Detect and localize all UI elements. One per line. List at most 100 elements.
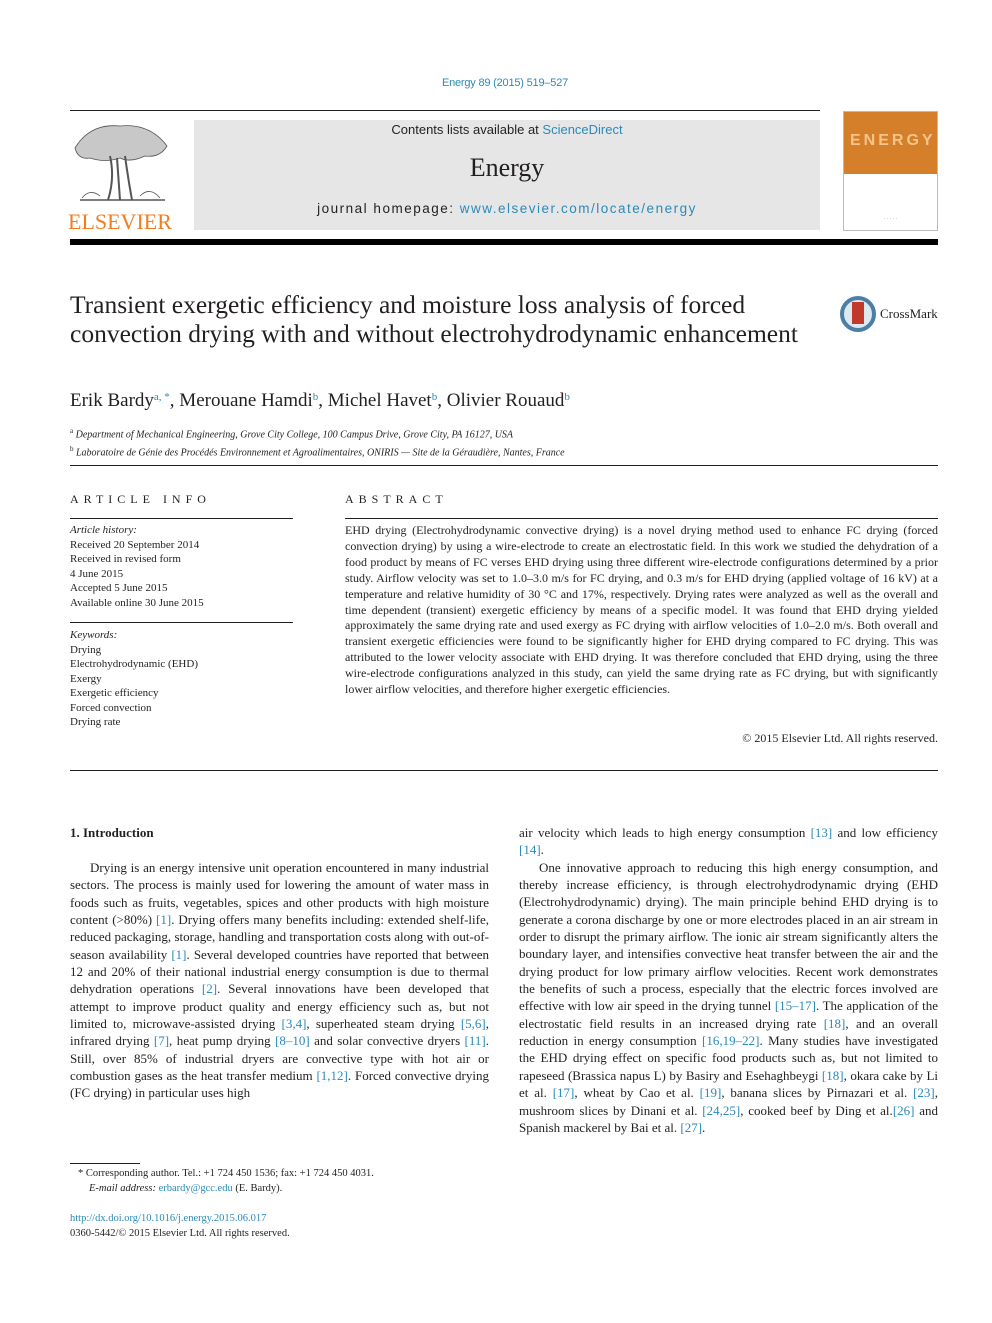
author-name[interactable]: Merouane Hamdi (179, 390, 312, 411)
text-run: , cooked beef by Ding et al. (740, 1102, 893, 1118)
citation-link[interactable]: [7] (154, 1033, 169, 1048)
elsevier-tree-icon (74, 125, 168, 201)
citation-link[interactable]: [23] (913, 1085, 935, 1100)
abstract-heading: ABSTRACT (345, 492, 448, 506)
citation-link[interactable]: [19] (700, 1085, 722, 1100)
divider (70, 622, 293, 623)
cover-header: ENERGY (844, 112, 937, 174)
header-bottom-rule (70, 239, 938, 245)
author-affiliation-marker[interactable]: b (564, 391, 570, 403)
citation-link[interactable]: [11] (465, 1033, 486, 1048)
elsevier-wordmark: ELSEVIER (68, 209, 172, 234)
author-affiliation-marker[interactable]: b (313, 391, 319, 403)
citation-link[interactable]: [3,4] (281, 1016, 306, 1031)
cover-title: ENERGY (850, 132, 936, 149)
doi-block: http://dx.doi.org/10.1016/j.energy.2015.… (70, 1211, 290, 1241)
history-item: Received 20 September 2014 (70, 538, 200, 551)
text-run: , heat pump drying (169, 1033, 276, 1049)
divider (70, 518, 293, 519)
citation-link[interactable]: [17] (553, 1085, 575, 1100)
text-run: , banana slices by Pirnazari et al. (721, 1085, 914, 1101)
text-run: . (702, 1119, 706, 1135)
corresponding-author-note: * Corresponding author. Tel.: +1 724 450… (78, 1168, 374, 1179)
paragraph: air velocity which leads to high energy … (519, 824, 938, 859)
history-item: Accepted 5 June 2015 (70, 582, 168, 594)
history-label: Article history: (70, 524, 137, 536)
citation-link[interactable]: [18] (824, 1016, 846, 1031)
text-run: , superheated steam drying (306, 1016, 461, 1032)
article-history: Article history: Received 20 September 2… (70, 523, 204, 610)
footnote: * Corresponding author. Tel.: +1 724 450… (78, 1166, 374, 1196)
elsevier-logo[interactable]: ELSEVIER (68, 118, 173, 234)
section-heading: 1. Introduction (70, 825, 154, 840)
author-name[interactable]: Erik Bardy (70, 390, 154, 411)
keywords-label: Keywords: (70, 629, 118, 641)
crossmark-button[interactable]: CrossMark (840, 296, 938, 332)
keyword-item: Exergetic efficiency (70, 687, 159, 699)
cover-footer: · · · · · (883, 216, 898, 222)
affiliation-item: a Department of Mechanical Engineering, … (70, 427, 514, 441)
author-list: Erik Bardya, *, Merouane Hamdib, Michel … (70, 390, 570, 411)
citation-link[interactable]: [26] (893, 1103, 915, 1118)
citation-link[interactable]: [13] (811, 825, 833, 840)
body-column-left: Drying is an energy intensive unit opera… (70, 859, 489, 1102)
author-email-link[interactable]: erbardy@gcc.edu (159, 1183, 233, 1194)
crossmark-label: CrossMark (880, 306, 938, 321)
affiliation-item: b Laboratoire de Génie des Procédés Envi… (70, 445, 565, 459)
homepage-line: journal homepage: www.elsevier.com/locat… (317, 201, 697, 216)
citation-link[interactable]: [14] (519, 842, 541, 857)
journal-cover-thumbnail[interactable]: ENERGY · · · · · (843, 111, 938, 231)
citation-link[interactable]: [27] (680, 1120, 702, 1135)
author-name[interactable]: Michel Havet (328, 390, 432, 411)
body-column-right: air velocity which leads to high energy … (519, 824, 938, 1136)
keywords: Keywords: Drying Electrohydrodynamic (EH… (70, 628, 198, 730)
author-name[interactable]: Olivier Rouaud (447, 390, 565, 411)
divider (345, 518, 938, 519)
article-info-heading: ARTICLE INFO (70, 492, 211, 506)
history-item: Available online 30 June 2015 (70, 596, 204, 609)
contents-line: Contents lists available at ScienceDirec… (391, 122, 623, 137)
citation-link[interactable]: [8–10] (275, 1033, 310, 1048)
text-run: and low efficiency (832, 825, 939, 840)
article-title: Transient exergetic efficiency and moist… (70, 290, 798, 348)
citation-link[interactable]: [1] (156, 912, 171, 927)
journal-reference-link[interactable]: Energy 89 (2015) 519–527 (0, 77, 992, 89)
author-affiliation-marker[interactable]: a, * (154, 391, 170, 403)
history-item: Received in revised form (70, 553, 181, 565)
citation-link[interactable]: [2] (202, 981, 217, 996)
history-item: 4 June 2015 (70, 567, 124, 580)
abstract-copyright: © 2015 Elsevier Ltd. All rights reserved… (742, 731, 938, 745)
citation-link[interactable]: [24,25] (702, 1103, 740, 1118)
email-line: E-mail address: erbardy@gcc.edu (E. Bard… (89, 1183, 283, 1194)
author-affiliation-marker[interactable]: b (432, 391, 438, 403)
keyword-item: Drying (70, 643, 102, 656)
header-top-rule (70, 110, 820, 111)
citation-link[interactable]: [16,19–22] (702, 1033, 759, 1048)
keyword-item: Exergy (70, 672, 102, 685)
affiliations: a Department of Mechanical Engineering, … (70, 424, 565, 461)
text-run: . (540, 842, 544, 858)
keyword-item: Electrohydrodynamic (EHD) (70, 658, 198, 670)
citation-link[interactable]: [1,12] (316, 1068, 347, 1083)
divider (70, 465, 938, 466)
text-run: One innovative approach to reducing this… (519, 859, 938, 1014)
journal-homepage-link[interactable]: www.elsevier.com/locate/energy (460, 201, 697, 216)
abstract-text: EHD drying (Electrohydrodynamic convecti… (345, 523, 938, 697)
citation-link[interactable]: [5,6] (461, 1016, 486, 1031)
issn-line: 0360-5442/© 2015 Elsevier Ltd. All right… (70, 1228, 290, 1239)
doi-link[interactable]: http://dx.doi.org/10.1016/j.energy.2015.… (70, 1213, 266, 1224)
citation-link[interactable]: [15–17] (775, 998, 816, 1013)
text-run: and solar convective dryers (309, 1033, 465, 1049)
divider (70, 770, 938, 771)
text-run: air velocity which leads to high energy … (519, 825, 811, 840)
keyword-item: Forced convection (70, 701, 152, 714)
citation-link[interactable]: [18] (822, 1068, 844, 1083)
citation-link[interactable]: [1] (171, 947, 186, 962)
text-run: , wheat by Cao et al. (574, 1085, 700, 1101)
paragraph: Drying is an energy intensive unit opera… (70, 859, 489, 1102)
crossmark-icon (840, 296, 876, 332)
journal-banner: Contents lists available at ScienceDirec… (194, 120, 820, 230)
footnote-rule (70, 1163, 140, 1164)
paragraph: One innovative approach to reducing this… (519, 859, 938, 1137)
sciencedirect-link[interactable]: ScienceDirect (542, 122, 622, 137)
